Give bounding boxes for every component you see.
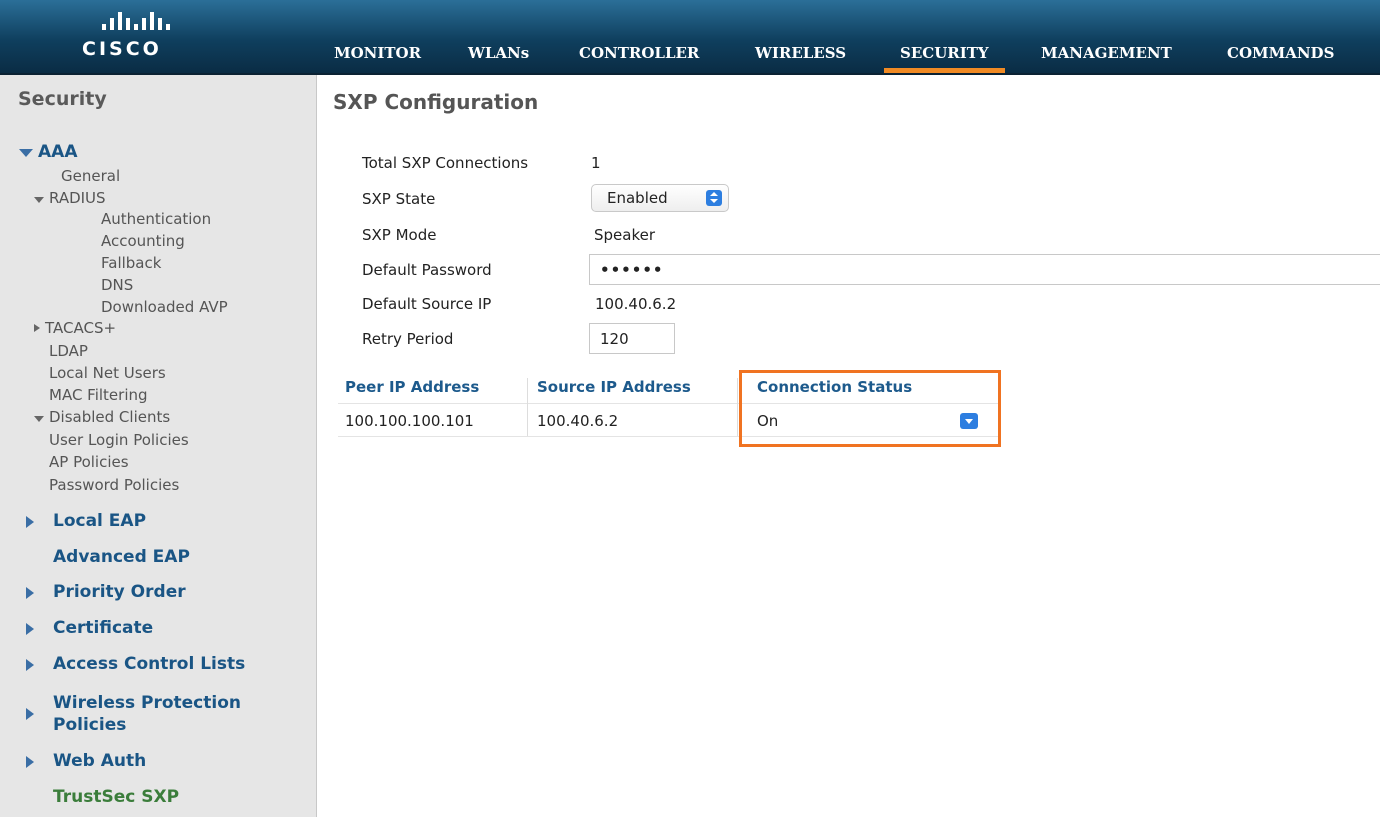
nav-security[interactable]: SECURITY	[884, 40, 1005, 73]
column-header-peer-ip: Peer IP Address	[345, 378, 480, 396]
table-header-rule	[338, 403, 998, 404]
nav-management[interactable]: MANAGEMENT	[1041, 40, 1172, 73]
retry-period-field[interactable]	[589, 323, 675, 354]
sidebar-item-dns[interactable]: DNS	[101, 276, 133, 294]
column-separator	[737, 378, 738, 436]
select-stepper-icon	[706, 190, 722, 206]
sidebar-item-aaa[interactable]: AAA	[38, 142, 77, 162]
sidebar-item-downloaded-avp[interactable]: Downloaded AVP	[101, 298, 228, 316]
column-separator	[527, 378, 528, 436]
total-connections-value: 1	[591, 154, 601, 172]
cisco-wordmark: CISCO	[82, 38, 162, 60]
sidebar-item-wireless-protection-line2[interactable]: Policies	[53, 715, 126, 735]
sidebar-item-local-net-users[interactable]: Local Net Users	[49, 364, 166, 382]
sidebar-item-ap-policies[interactable]: AP Policies	[49, 453, 129, 471]
cisco-logo: CISCO	[72, 8, 222, 68]
sidebar-item-authentication[interactable]: Authentication	[101, 210, 211, 228]
wireless-protection-expand-icon[interactable]	[26, 708, 34, 720]
table-cell-peer-ip: 100.100.100.101	[345, 412, 474, 430]
sidebar-item-wireless-protection-line1[interactable]: Wireless Protection	[53, 693, 241, 713]
sidebar-title: Security	[18, 88, 107, 110]
sxp-state-label: SXP State	[362, 190, 436, 208]
certificate-expand-icon[interactable]	[26, 623, 34, 635]
page-title: SXP Configuration	[333, 90, 539, 114]
sidebar-item-disabled-clients[interactable]: Disabled Clients	[49, 408, 170, 426]
sxp-mode-label: SXP Mode	[362, 226, 437, 244]
column-header-connection-status: Connection Status	[757, 378, 913, 396]
top-header: CISCO MONITOR WLANs CONTROLLER WIRELESS …	[0, 0, 1380, 73]
sidebar-item-mac-filtering[interactable]: MAC Filtering	[49, 386, 148, 404]
table-cell-source-ip: 100.40.6.2	[537, 412, 619, 430]
table-row-rule	[338, 436, 998, 437]
sidebar-item-accounting[interactable]: Accounting	[101, 232, 185, 250]
nav-monitor[interactable]: MONITOR	[334, 40, 421, 73]
sidebar-item-trustsec-sxp[interactable]: TrustSec SXP	[53, 787, 179, 807]
default-password-field[interactable]	[589, 254, 1380, 285]
retry-period-label: Retry Period	[362, 330, 454, 348]
total-connections-label: Total SXP Connections	[362, 154, 529, 172]
sidebar-item-tacacs[interactable]: TACACS+	[45, 319, 116, 337]
connection-status-select[interactable]: On	[752, 408, 992, 436]
sidebar-item-user-login-policies[interactable]: User Login Policies	[49, 431, 189, 449]
nav-wlans[interactable]: WLANs	[468, 40, 529, 73]
radius-expand-icon[interactable]	[34, 197, 44, 203]
sidebar-item-fallback[interactable]: Fallback	[101, 254, 161, 272]
acl-expand-icon[interactable]	[26, 659, 34, 671]
sidebar-item-access-control-lists[interactable]: Access Control Lists	[53, 654, 245, 674]
sidebar-item-local-eap[interactable]: Local EAP	[53, 511, 146, 531]
nav-controller[interactable]: CONTROLLER	[579, 40, 699, 73]
disabled-clients-expand-icon[interactable]	[34, 416, 44, 422]
sidebar-item-priority-order[interactable]: Priority Order	[53, 582, 186, 602]
local-eap-expand-icon[interactable]	[26, 516, 34, 528]
default-source-ip-value: 100.40.6.2	[595, 295, 677, 313]
security-sidebar: Security AAA General RADIUS Authenticati…	[0, 75, 317, 817]
column-header-source-ip: Source IP Address	[537, 378, 691, 396]
nav-wireless[interactable]: WIRELESS	[755, 40, 846, 73]
web-auth-expand-icon[interactable]	[26, 756, 34, 768]
sxp-mode-value: Speaker	[594, 226, 656, 244]
connection-status-value: On	[757, 412, 779, 430]
sidebar-item-certificate[interactable]: Certificate	[53, 618, 153, 638]
sidebar-item-password-policies[interactable]: Password Policies	[49, 476, 179, 494]
sidebar-item-general[interactable]: General	[61, 167, 120, 185]
sxp-state-value: Enabled	[607, 189, 668, 207]
sidebar-item-ldap[interactable]: LDAP	[49, 342, 88, 360]
tacacs-expand-icon[interactable]	[34, 324, 40, 332]
sidebar-item-web-auth[interactable]: Web Auth	[53, 751, 146, 771]
aaa-expand-icon[interactable]	[19, 149, 33, 157]
default-password-label: Default Password	[362, 261, 492, 279]
sxp-state-select[interactable]: Enabled	[591, 184, 729, 212]
default-source-ip-label: Default Source IP	[362, 295, 492, 313]
sidebar-item-advanced-eap[interactable]: Advanced EAP	[53, 547, 190, 567]
nav-commands[interactable]: COMMANDS	[1227, 40, 1334, 73]
sidebar-item-radius[interactable]: RADIUS	[49, 189, 106, 207]
priority-order-expand-icon[interactable]	[26, 587, 34, 599]
chevron-down-icon[interactable]	[960, 413, 978, 429]
